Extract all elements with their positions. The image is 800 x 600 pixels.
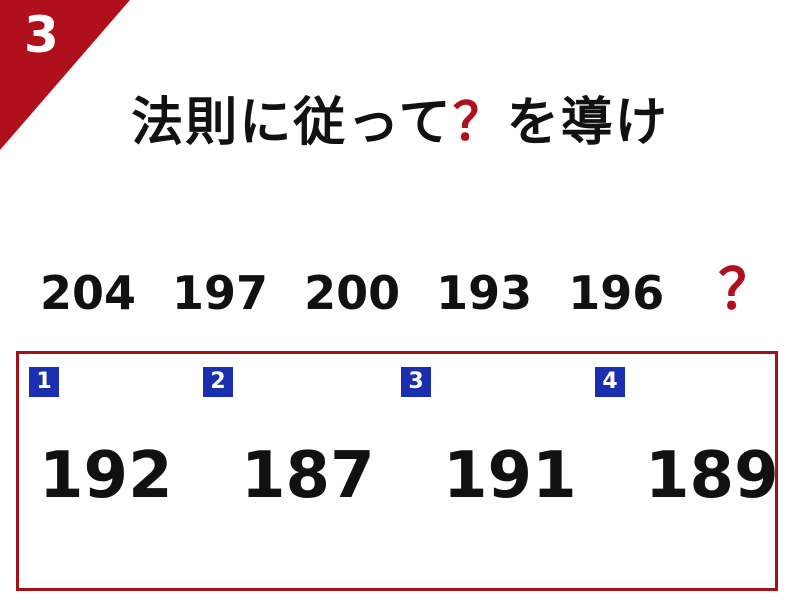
number-sequence: 204 197 200 193 196 ？ [40,245,774,326]
sequence-number: 196 [568,266,665,320]
title-text-after: を導け [506,93,669,153]
unknown-question-mark: ？ [718,258,775,323]
page-title: 法則に従って？を導け [0,80,800,155]
answer-choices: 1 192 2 187 3 191 4 189 [16,351,779,591]
choice-badge: 1 [29,367,59,397]
sequence-number: 197 [172,266,269,320]
choice-badge: 4 [595,367,625,397]
choice-value: 189 [645,439,779,513]
problem-number: 3 [24,6,59,64]
choice-badge: 2 [203,367,233,397]
sequence-number: 193 [436,266,533,320]
choice-value: 187 [241,439,375,513]
question-mark-icon: ？ [452,93,507,153]
title-text-before: 法則に従って [131,93,453,153]
choice-value: 191 [443,439,577,513]
choice-badge: 3 [401,367,431,397]
sequence-number: 200 [304,266,401,320]
sequence-number: 204 [40,266,137,320]
choice-value: 192 [39,439,173,513]
